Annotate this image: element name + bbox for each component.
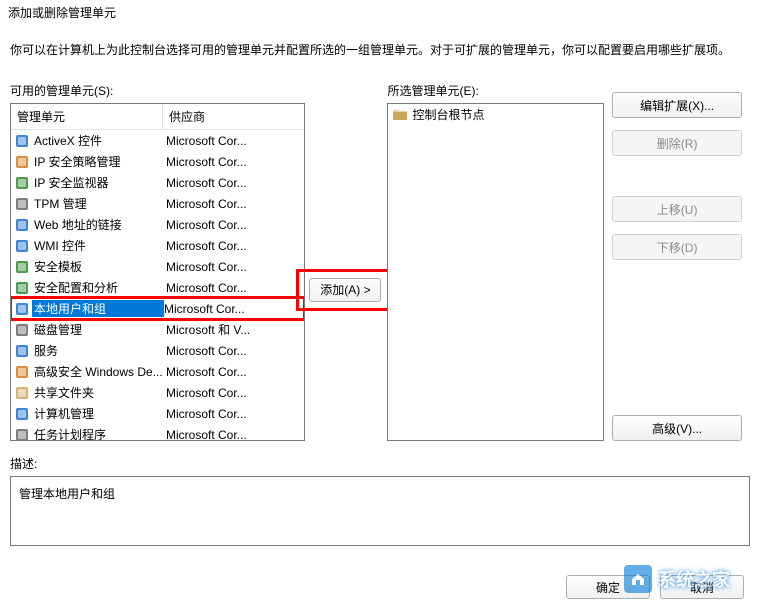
- list-item[interactable]: Web 地址的链接Microsoft Cor...: [11, 214, 304, 235]
- list-item-vendor: Microsoft Cor...: [166, 281, 301, 295]
- snapin-icon: [14, 217, 30, 233]
- folder-icon: [392, 106, 408, 122]
- list-item[interactable]: 共享文件夹Microsoft Cor...: [11, 382, 304, 403]
- list-item[interactable]: 计算机管理Microsoft Cor...: [11, 403, 304, 424]
- cancel-button[interactable]: 取消: [660, 575, 744, 599]
- list-item-name: IP 安全监视器: [34, 174, 166, 191]
- list-item-name: 磁盘管理: [34, 321, 166, 338]
- list-item-vendor: Microsoft Cor...: [166, 365, 301, 379]
- list-item-vendor: Microsoft Cor...: [166, 218, 301, 232]
- list-item-name: 任务计划程序: [34, 426, 166, 441]
- list-item-vendor: Microsoft Cor...: [166, 428, 301, 442]
- list-item[interactable]: IP 安全策略管理Microsoft Cor...: [11, 151, 304, 172]
- ok-button[interactable]: 确定: [566, 575, 650, 599]
- list-item[interactable]: WMI 控件Microsoft Cor...: [11, 235, 304, 256]
- dialog-title: 添加或删除管理单元: [0, 0, 760, 25]
- side-buttons: 编辑扩展(X)... 删除(R) 上移(U) 下移(D) 高级(V)...: [612, 82, 750, 441]
- list-item-vendor: Microsoft Cor...: [166, 134, 301, 148]
- description-area: 描述: 管理本地用户和组: [0, 455, 760, 546]
- snapin-icon: [14, 301, 30, 317]
- list-item[interactable]: 安全模板Microsoft Cor...: [11, 256, 304, 277]
- available-label: 可用的管理单元(S):: [10, 82, 305, 99]
- snapin-icon: [14, 154, 30, 170]
- middle-column: 添加(A) >: [305, 82, 385, 441]
- snapin-icon: [14, 238, 30, 254]
- snapin-icon: [14, 259, 30, 275]
- list-item[interactable]: TPM 管理Microsoft Cor...: [11, 193, 304, 214]
- list-item[interactable]: 安全配置和分析Microsoft Cor...: [11, 277, 304, 298]
- snapin-icon: [14, 406, 30, 422]
- list-item-vendor: Microsoft Cor...: [166, 344, 301, 358]
- snapin-icon: [14, 175, 30, 191]
- list-item-vendor: Microsoft Cor...: [166, 260, 301, 274]
- snapin-icon: [14, 385, 30, 401]
- selected-listbox[interactable]: 控制台根节点: [387, 103, 604, 441]
- description-label: 描述:: [10, 455, 750, 472]
- main-area: 可用的管理单元(S): 管理单元 供应商 ActiveX 控件Microsoft…: [0, 82, 760, 441]
- list-item-vendor: Microsoft Cor...: [164, 302, 301, 316]
- remove-button: 删除(R): [612, 130, 742, 156]
- selected-label: 所选管理单元(E):: [387, 82, 604, 99]
- list-item-name: 共享文件夹: [34, 384, 166, 401]
- description-box: 管理本地用户和组: [10, 476, 750, 546]
- bottom-bar: 确定 取消: [566, 575, 744, 599]
- list-item-vendor: Microsoft Cor...: [166, 407, 301, 421]
- list-item-vendor: Microsoft Cor...: [166, 386, 301, 400]
- list-item-vendor: Microsoft Cor...: [166, 197, 301, 211]
- list-item-vendor: Microsoft Cor...: [166, 176, 301, 190]
- list-item-name: WMI 控件: [34, 237, 166, 254]
- instruction-text: 你可以在计算机上为此控制台选择可用的管理单元并配置所选的一组管理单元。对于可扩展…: [0, 25, 760, 82]
- advanced-button[interactable]: 高级(V)...: [612, 415, 742, 441]
- header-name[interactable]: 管理单元: [11, 104, 163, 129]
- selected-row-highlight: 本地用户和组Microsoft Cor...: [11, 298, 304, 319]
- list-item-name: 高级安全 Windows De...: [34, 363, 166, 380]
- list-item[interactable]: 高级安全 Windows De...Microsoft Cor...: [11, 361, 304, 382]
- list-item[interactable]: ActiveX 控件Microsoft Cor...: [11, 130, 304, 151]
- list-item[interactable]: 服务Microsoft Cor...: [11, 340, 304, 361]
- edit-extensions-button[interactable]: 编辑扩展(X)...: [612, 92, 742, 118]
- list-item[interactable]: IP 安全监视器Microsoft Cor...: [11, 172, 304, 193]
- list-item[interactable]: 本地用户和组Microsoft Cor...: [11, 298, 304, 319]
- add-button-highlight: 添加(A) >: [296, 269, 394, 311]
- list-item-name: 本地用户和组: [32, 300, 164, 317]
- snapin-icon: [14, 133, 30, 149]
- list-item-name: 计算机管理: [34, 405, 166, 422]
- list-item-name: TPM 管理: [34, 195, 166, 212]
- snapin-icon: [14, 280, 30, 296]
- list-item-name: 服务: [34, 342, 166, 359]
- list-item-name: ActiveX 控件: [34, 132, 166, 149]
- header-vendor[interactable]: 供应商: [163, 104, 304, 129]
- selected-root-label: 控制台根节点: [412, 106, 484, 123]
- list-item-vendor: Microsoft 和 V...: [166, 321, 301, 338]
- move-up-button: 上移(U): [612, 196, 742, 222]
- list-item-name: 安全配置和分析: [34, 279, 166, 296]
- selected-root-item[interactable]: 控制台根节点: [388, 104, 603, 124]
- description-text: 管理本地用户和组: [19, 487, 115, 501]
- snapin-icon: [14, 196, 30, 212]
- list-item[interactable]: 任务计划程序Microsoft Cor...: [11, 424, 304, 441]
- add-button[interactable]: 添加(A) >: [309, 278, 381, 302]
- list-item-name: 安全模板: [34, 258, 166, 275]
- list-item-name: Web 地址的链接: [34, 216, 166, 233]
- selected-column: 所选管理单元(E): 控制台根节点: [387, 82, 604, 441]
- move-down-button: 下移(D): [612, 234, 742, 260]
- list-item-vendor: Microsoft Cor...: [166, 155, 301, 169]
- snapin-icon: [14, 343, 30, 359]
- list-item-name: IP 安全策略管理: [34, 153, 166, 170]
- snapin-icon: [14, 364, 30, 380]
- available-listbox[interactable]: 管理单元 供应商 ActiveX 控件Microsoft Cor...IP 安全…: [10, 103, 305, 441]
- list-item[interactable]: 磁盘管理Microsoft 和 V...: [11, 319, 304, 340]
- list-item-vendor: Microsoft Cor...: [166, 239, 301, 253]
- snapin-icon: [14, 322, 30, 338]
- available-list-header: 管理单元 供应商: [11, 104, 304, 130]
- snapin-icon: [14, 427, 30, 442]
- available-column: 可用的管理单元(S): 管理单元 供应商 ActiveX 控件Microsoft…: [10, 82, 305, 441]
